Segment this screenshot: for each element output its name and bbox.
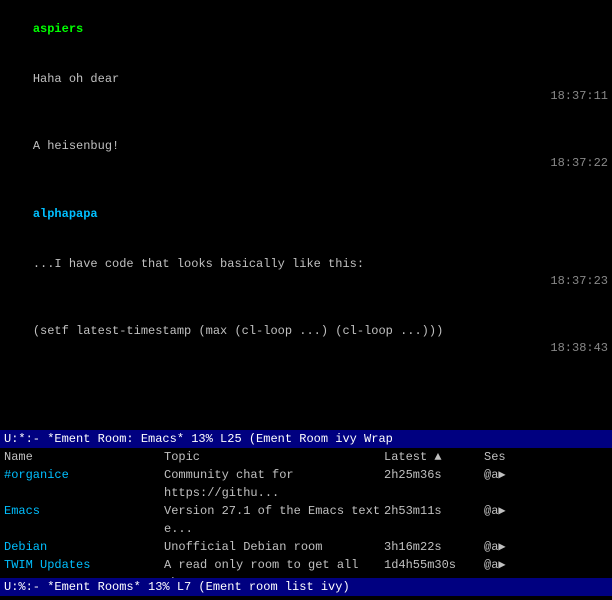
col-header-topic: Topic bbox=[164, 448, 384, 466]
room-topic: Unofficial Debian room bbox=[164, 538, 384, 556]
status-bar-top: U:*:- *Ement Room: Emacs* 13% L25 (Ement… bbox=[0, 430, 612, 448]
room-name[interactable]: #organice bbox=[4, 466, 164, 502]
status-bar-bottom-text: U:%:- *Ement Rooms* 13% L7 (Ement room l… bbox=[4, 580, 350, 594]
timestamp: 18:38:43 bbox=[550, 340, 608, 357]
status-bar-bottom: U:%:- *Ement Rooms* 13% L7 (Ement room l… bbox=[0, 578, 612, 596]
timestamp: 18:37:22 bbox=[550, 155, 608, 172]
room-list-rows: #organiceCommunity chat for https://gith… bbox=[0, 466, 612, 578]
room-latest: 1d4h55m30s bbox=[384, 556, 484, 578]
list-item[interactable]: #organiceCommunity chat for https://gith… bbox=[0, 466, 612, 502]
room-ses: @a▶ bbox=[484, 466, 534, 502]
room-ses: @a▶ bbox=[484, 502, 534, 538]
username: aspiers bbox=[33, 22, 83, 36]
list-item[interactable]: DebianUnofficial Debian room3h16m22s@a▶ bbox=[0, 538, 612, 556]
status-bar-top-text: U:*:- *Ement Room: Emacs* 13% L25 (Ement… bbox=[4, 432, 393, 446]
col-header-ses: Ses bbox=[484, 448, 534, 466]
chat-message-block: alphapapa bbox=[4, 189, 608, 239]
room-name[interactable]: TWIM Updates bbox=[4, 556, 164, 578]
room-list-area: Name Topic Latest ▲ Ses #organiceCommuni… bbox=[0, 448, 612, 578]
timestamp: 18:37:11 bbox=[550, 88, 608, 105]
chat-message-line: A heisenbug! 18:37:22 bbox=[4, 122, 608, 189]
message-text: ...I have code that looks basically like… bbox=[33, 257, 364, 271]
chat-area: aspiers Haha oh dear 18:37:11 A heisenbu… bbox=[0, 0, 612, 430]
chat-message-block: aspiers bbox=[4, 4, 608, 54]
timestamp: 18:37:23 bbox=[550, 273, 608, 290]
message-text: A heisenbug! bbox=[33, 139, 119, 153]
message-text: Haha oh dear bbox=[33, 72, 119, 86]
room-latest: 2h53m11s bbox=[384, 502, 484, 538]
chat-message-line: ...I have code that looks basically like… bbox=[4, 239, 608, 306]
room-topic: Version 27.1 of the Emacs text e... bbox=[164, 502, 384, 538]
message-text: (setf latest-timestamp (max (cl-loop ...… bbox=[33, 324, 443, 338]
room-ses: @a▶ bbox=[484, 538, 534, 556]
room-name[interactable]: Debian bbox=[4, 538, 164, 556]
username: alphapapa bbox=[33, 207, 98, 221]
col-header-latest: Latest ▲ bbox=[384, 448, 484, 466]
chat-message-line bbox=[4, 374, 608, 424]
room-name[interactable]: Emacs bbox=[4, 502, 164, 538]
room-latest: 3h16m22s bbox=[384, 538, 484, 556]
col-header-name: Name bbox=[4, 448, 164, 466]
room-latest: 2h25m36s bbox=[384, 466, 484, 502]
list-item[interactable]: TWIM UpdatesA read only room to get all … bbox=[0, 556, 612, 578]
room-topic: A read only room to get all the ... bbox=[164, 556, 384, 578]
chat-message-line: (setf latest-timestamp (max (cl-loop ...… bbox=[4, 306, 608, 373]
room-list-header: Name Topic Latest ▲ Ses bbox=[0, 448, 612, 466]
room-topic: Community chat for https://githu... bbox=[164, 466, 384, 502]
chat-message-line: Haha oh dear 18:37:11 bbox=[4, 54, 608, 121]
list-item[interactable]: EmacsVersion 27.1 of the Emacs text e...… bbox=[0, 502, 612, 538]
room-ses: @a▶ bbox=[484, 556, 534, 578]
